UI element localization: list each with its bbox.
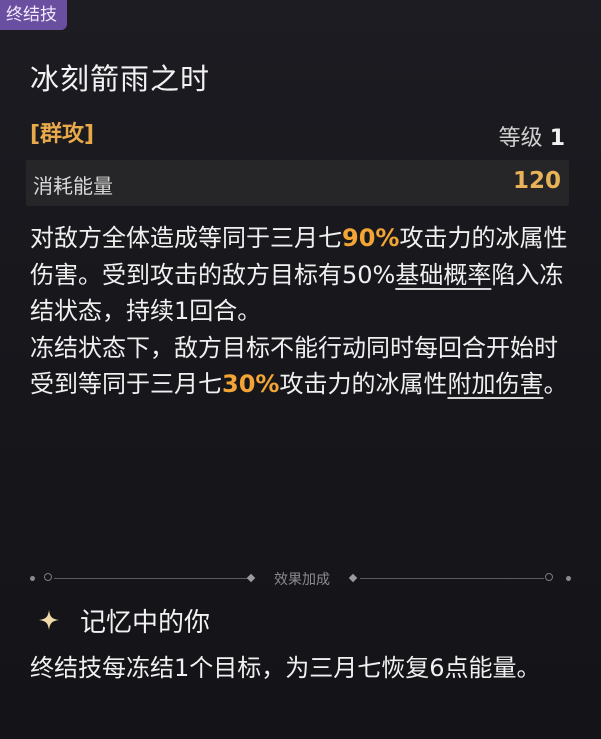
trace-name: 记忆中的你 (80, 608, 211, 638)
damage-percent-highlight: 90% (342, 224, 400, 252)
description-paragraph-2: 冻结状态下，敌方目标不能行动同时每回合开始时受到等同于三月七30%攻击力的冰属性… (30, 330, 570, 403)
divider-knob (44, 573, 52, 581)
desc-text: 对敌方全体造成等同于三月七 (30, 224, 342, 252)
chance-percent: 50% (342, 260, 396, 289)
section-divider: 效果加成 (30, 566, 574, 592)
skill-name: 冰刻箭雨之时 (30, 62, 211, 96)
skill-level: 等级 1 (499, 120, 565, 152)
damage-percent-highlight: 30% (222, 370, 280, 398)
energy-cost-value: 120 (512, 168, 561, 194)
base-chance-link[interactable]: 基础概率 (395, 261, 491, 289)
divider-line (54, 578, 250, 579)
bonus-section-label: 效果加成 (274, 572, 330, 588)
skill-detail-card: 终结技 冰刻箭雨之时 [群攻] 等级 1 消耗能量 120 对敌方全体造成等同于… (0, 0, 601, 739)
skill-description: 对敌方全体造成等同于三月七90%攻击力的冰属性伤害。受到攻击的敌方目标有50%基… (30, 220, 570, 403)
level-value: 1 (549, 126, 565, 151)
energy-cost-row: 消耗能量 120 (26, 160, 569, 206)
energy-cost-label: 消耗能量 (33, 174, 113, 198)
desc-text: 。 (543, 370, 568, 398)
sparkle-star-icon (39, 610, 59, 630)
divider-end-dot (30, 576, 35, 581)
divider-end-dot (566, 576, 571, 581)
divider-diamond (246, 573, 256, 583)
divider-line (360, 578, 544, 579)
skill-type-tag: 终结技 (0, 0, 67, 30)
level-label: 等级 (498, 126, 543, 151)
divider-knob (545, 573, 553, 581)
additional-damage-link[interactable]: 附加伤害 (447, 370, 543, 398)
description-paragraph-1: 对敌方全体造成等同于三月七90%攻击力的冰属性伤害。受到攻击的敌方目标有50%基… (30, 220, 570, 330)
divider-diamond (348, 573, 358, 583)
trace-description: 终结技每冻结1个目标，为三月七恢复6点能量。 (30, 654, 541, 682)
attack-type-label: [群攻] (30, 122, 95, 147)
desc-text: 攻击力的冰属性 (279, 370, 448, 398)
